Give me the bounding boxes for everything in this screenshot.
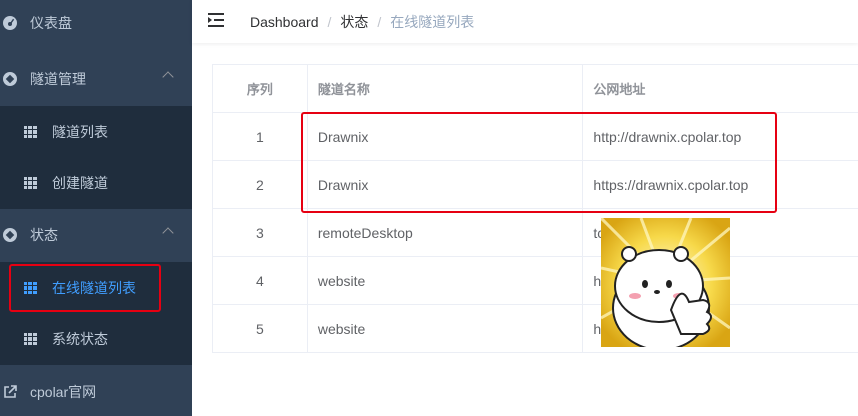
- sidebar: 仪表盘 隧道管理 隧道列表 创建隧道 状态 在线隧道列表 系统状态 cpolar…: [0, 0, 192, 416]
- row-index: 5: [213, 305, 308, 352]
- thumbs-up-sticker: [601, 218, 730, 347]
- sidebar-item-label: 在线隧道列表: [52, 280, 136, 296]
- sidebar-item-label: 仪表盘: [30, 15, 72, 31]
- column-header-index: 序列: [213, 65, 308, 112]
- chevron-up-icon: [162, 71, 174, 83]
- chevron-up-icon: [162, 227, 174, 239]
- row-tunnel-name: website: [308, 305, 584, 352]
- sidebar-item-system-status[interactable]: 系统状态: [0, 313, 192, 365]
- breadcrumb-separator: /: [377, 14, 382, 30]
- tunnel-table: 序列 隧道名称 公网地址 1 Drawnix http://drawnix.cp…: [212, 64, 858, 353]
- row-tunnel-name: Drawnix: [308, 113, 584, 160]
- table-row[interactable]: 1 Drawnix http://drawnix.cpolar.top: [213, 113, 858, 161]
- breadcrumb-item-dashboard[interactable]: Dashboard: [250, 14, 319, 30]
- sidebar-item-tunnel-management[interactable]: 隧道管理: [0, 53, 192, 105]
- table-row[interactable]: 4 website http://s.cpolar.cn: [213, 257, 858, 305]
- navbar: Dashboard / 状态 / 在线隧道列表: [192, 0, 858, 43]
- sidebar-item-tunnel-list[interactable]: 隧道列表: [0, 106, 192, 158]
- sidebar-item-create-tunnel[interactable]: 创建隧道: [0, 157, 192, 209]
- row-index: 3: [213, 209, 308, 256]
- table-icon: [23, 176, 37, 190]
- row-index: 4: [213, 257, 308, 304]
- breadcrumb-separator: /: [327, 14, 332, 30]
- breadcrumb-item-status[interactable]: 状态: [340, 12, 368, 32]
- row-tunnel-name: Drawnix: [308, 161, 584, 208]
- table-row[interactable]: 5 website https://as.cpolar.cn: [213, 305, 858, 353]
- compass-icon: [3, 228, 17, 242]
- sidebar-item-label: 创建隧道: [52, 175, 108, 191]
- column-header-url: 公网地址: [593, 82, 646, 97]
- table-icon: [23, 281, 37, 295]
- table-icon: [23, 332, 37, 346]
- sidebar-item-dashboard[interactable]: 仪表盘: [0, 0, 192, 49]
- table-row[interactable]: 2 Drawnix https://drawnix.cpolar.top: [213, 161, 858, 209]
- dashboard-icon: [3, 16, 17, 30]
- compass-icon: [3, 72, 17, 86]
- sidebar-item-status[interactable]: 状态: [0, 209, 192, 261]
- external-link-icon: [3, 385, 17, 399]
- row-index: 2: [213, 161, 308, 208]
- app-root: 仪表盘 隧道管理 隧道列表 创建隧道 状态 在线隧道列表 系统状态 cpolar…: [0, 0, 858, 416]
- breadcrumb: Dashboard / 状态 / 在线隧道列表: [250, 12, 474, 32]
- sidebar-item-label: 状态: [30, 227, 58, 243]
- table-header-row: 序列 隧道名称 公网地址: [213, 65, 858, 113]
- sidebar-item-online-tunnels[interactable]: 在线隧道列表: [0, 262, 192, 314]
- sidebar-item-label: cpolar官网: [30, 384, 97, 400]
- row-tunnel-name: website: [308, 257, 584, 304]
- row-public-url: http://drawnix.cpolar.top: [593, 128, 742, 145]
- hamburger-icon[interactable]: [208, 12, 226, 28]
- row-tunnel-name: remoteDesktop: [308, 209, 584, 256]
- breadcrumb-item-current: 在线隧道列表: [390, 14, 475, 30]
- row-public-url: https://drawnix.cpolar.top: [593, 176, 749, 193]
- row-index: 1: [213, 113, 308, 160]
- sidebar-item-label: 隧道列表: [52, 124, 108, 140]
- table-row[interactable]: 3 remoteDesktop tcp://.cpolar.cn:10058: [213, 209, 858, 257]
- sidebar-item-cpolar-website[interactable]: cpolar官网: [0, 366, 192, 416]
- sidebar-item-label: 隧道管理: [30, 71, 86, 87]
- column-header-name: 隧道名称: [308, 65, 584, 112]
- sidebar-item-label: 系统状态: [52, 331, 108, 347]
- table-icon: [23, 125, 37, 139]
